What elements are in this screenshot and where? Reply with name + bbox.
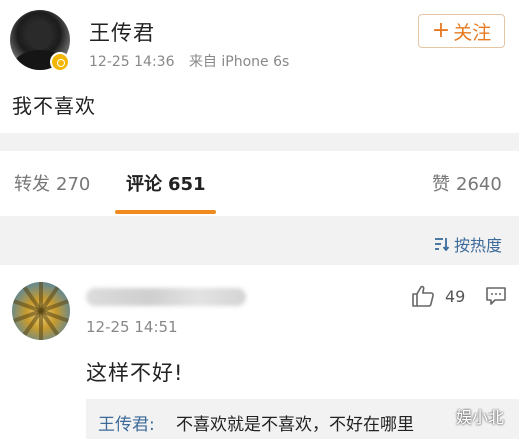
tab-repost-count: 270 [56, 174, 91, 195]
plus-icon: + [431, 18, 451, 43]
avatar-face [28, 20, 52, 50]
post-meta: 12-25 14:36 来自 iPhone 6s [89, 51, 289, 71]
comment-time: 12-25 14:51 [86, 318, 178, 336]
section-divider [0, 133, 519, 151]
tab-comments[interactable]: 评论 651 [126, 170, 206, 196]
comment-like-button[interactable]: 49 [411, 285, 465, 307]
tab-comments-count: 651 [168, 174, 206, 195]
commenter-name-blurred[interactable] [86, 288, 246, 306]
post-content: 我不喜欢 [12, 94, 96, 118]
tab-repost-label: 转发 [14, 174, 50, 195]
reply-author[interactable]: 王传君: [98, 410, 155, 435]
sort-by-hot-button[interactable]: 按热度 [434, 232, 502, 256]
sort-label: 按热度 [454, 236, 503, 255]
thumbs-up-icon [412, 285, 434, 307]
tab-likes-count: 2640 [456, 174, 502, 195]
tab-likes-label: 赞 [432, 174, 450, 195]
reply-button[interactable] [485, 286, 507, 310]
post-time: 12-25 14:36 [89, 54, 175, 70]
tab-comments-label: 评论 [126, 174, 162, 195]
active-tab-indicator [115, 210, 216, 214]
sort-icon [435, 238, 450, 251]
tab-repost[interactable]: 转发 270 [14, 170, 90, 196]
commenter-avatar[interactable] [12, 282, 70, 340]
reply-text: 不喜欢就是不喜欢，不好在哪里 [176, 415, 414, 435]
tab-likes[interactable]: 赞 2640 [432, 170, 502, 196]
comment-like-count: 49 [445, 286, 466, 306]
comment-icon [486, 287, 506, 305]
post-author-name[interactable]: 王传君 [89, 17, 155, 47]
verified-badge-icon [50, 52, 70, 72]
watermark: 娱小北 [456, 408, 505, 427]
follow-label: 关注 [453, 21, 492, 44]
post-source: 来自 iPhone 6s [188, 54, 290, 70]
comment-text: 这样不好! [86, 361, 184, 385]
follow-button[interactable]: + 关注 [418, 14, 505, 48]
